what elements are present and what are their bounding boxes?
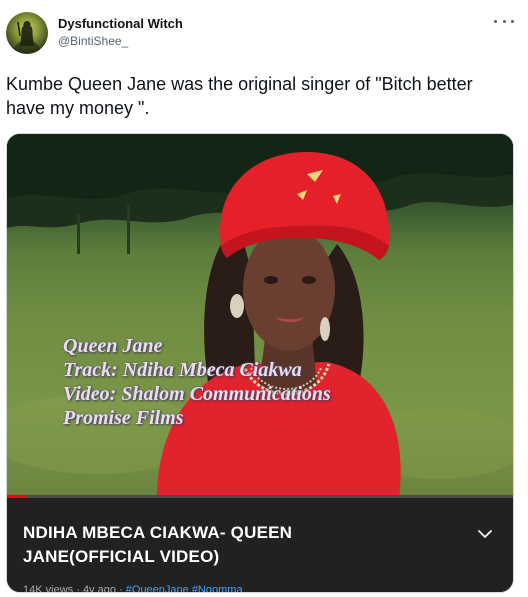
video-age: 4y ago [82, 584, 116, 593]
author-handle[interactable]: @BintiShee_ [58, 34, 128, 48]
video-info[interactable]: NDIHA MBECA CIAKWA- QUEEN JANE(OFFICIAL … [7, 498, 513, 593]
overlay-line: Promise Films [63, 407, 184, 429]
more-options-button[interactable] [494, 14, 514, 28]
video-meta: 14K views · 4y ago · #QueenJane #Ngomma [23, 584, 243, 593]
video-title[interactable]: NDIHA MBECA CIAKWA- QUEEN JANE(OFFICIAL … [23, 521, 423, 569]
avatar[interactable] [6, 12, 48, 54]
overlay-line: Track: Ndiha Mbeca Ciakwa [63, 359, 302, 381]
more-horizontal-icon [494, 19, 497, 23]
video-thumbnail[interactable]: Queen Jane Track: Ndiha Mbeca Ciakwa Vid… [7, 134, 513, 498]
tweet: Dysfunctional Witch @BintiShee_ Kumbe Qu… [0, 0, 528, 597]
author-name[interactable]: Dysfunctional Witch [58, 16, 183, 31]
video-overlay-text: Queen Jane Track: Ndiha Mbeca Ciakwa Vid… [63, 334, 331, 430]
chevron-down-icon [478, 530, 492, 538]
video-card[interactable]: Queen Jane Track: Ndiha Mbeca Ciakwa Vid… [6, 133, 514, 593]
overlay-line: Video: Shalom Communications [63, 383, 331, 405]
tweet-text: Kumbe Queen Jane was the original singer… [6, 74, 473, 118]
video-hashtags[interactable]: #QueenJane #Ngomma [126, 584, 243, 592]
overlay-line: Queen Jane [63, 335, 163, 357]
expand-button[interactable] [475, 524, 495, 544]
video-views: 14K views [23, 584, 74, 593]
